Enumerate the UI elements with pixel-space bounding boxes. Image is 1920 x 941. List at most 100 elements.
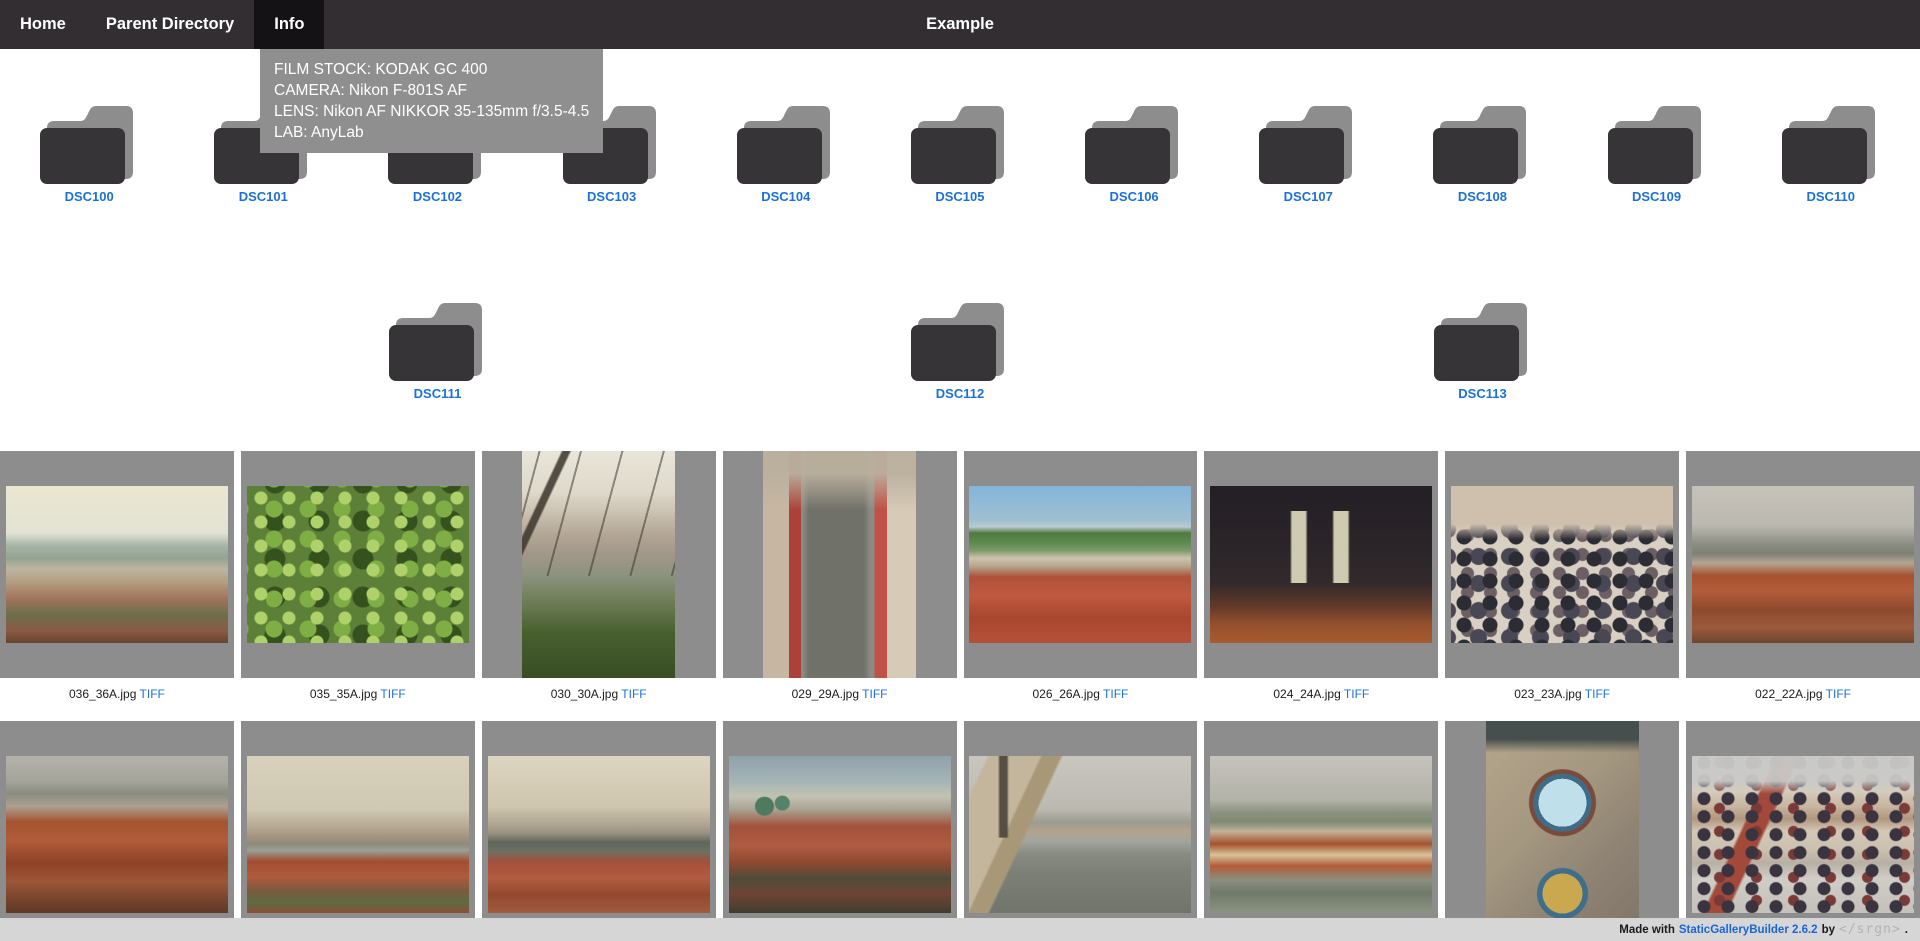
folder-icon xyxy=(1259,101,1357,185)
tooltip-line-lab: LAB: AnyLab xyxy=(274,122,589,143)
footer-by-text: by xyxy=(1822,924,1835,936)
folder-icon xyxy=(40,101,138,185)
photo-thumbnail[interactable] xyxy=(482,721,716,941)
photo-thumbnail[interactable] xyxy=(1204,721,1438,941)
photo-filename: 029_29A.jpg xyxy=(792,687,859,701)
tooltip-line-lens: LENS: Nikon AF NIKKOR 35-135mm f/3.5-4.5 xyxy=(274,101,589,122)
tiff-link[interactable]: TIFF xyxy=(1585,687,1610,701)
tiff-link[interactable]: TIFF xyxy=(862,687,887,701)
folder-label: DSC101 xyxy=(239,189,288,204)
folder-label: DSC105 xyxy=(935,189,984,204)
photo-thumbnail[interactable] xyxy=(241,451,475,678)
photo-caption: 026_26A.jpg TIFF xyxy=(964,678,1198,721)
folder-label: DSC110 xyxy=(1807,189,1855,204)
photo-image xyxy=(1210,756,1432,913)
photo-caption: 024_24A.jpg TIFF xyxy=(1204,678,1438,721)
folder-item[interactable]: DSC109 xyxy=(1572,101,1742,204)
photo-caption: 036_36A.jpg TIFF xyxy=(0,678,234,721)
photo-cell: 022_22A.jpg TIFF xyxy=(1686,451,1920,721)
folder-item[interactable]: DSC107 xyxy=(1223,101,1393,204)
folder-icon xyxy=(389,298,487,382)
photo-thumbnail[interactable] xyxy=(482,451,716,678)
footer-made-with-text: Made with xyxy=(1619,924,1675,936)
photo-thumbnail[interactable] xyxy=(1204,451,1438,678)
tiff-link[interactable]: TIFF xyxy=(140,687,165,701)
photo-cell xyxy=(0,721,234,941)
photo-caption: 030_30A.jpg TIFF xyxy=(482,678,716,721)
folder-item[interactable]: DSC106 xyxy=(1049,101,1219,204)
photo-thumbnail[interactable] xyxy=(964,721,1198,941)
srgn-logo[interactable]: </srgn> xyxy=(1839,922,1901,937)
photo-caption: 023_23A.jpg TIFF xyxy=(1445,678,1679,721)
tiff-link[interactable]: TIFF xyxy=(380,687,405,701)
photo-thumbnail[interactable] xyxy=(1686,721,1920,941)
photo-image xyxy=(488,756,710,913)
builder-version-link[interactable]: StaticGalleryBuilder 2.6.2 xyxy=(1679,924,1818,936)
photo-thumbnail[interactable] xyxy=(241,721,475,941)
photo-filename: 030_30A.jpg xyxy=(551,687,618,701)
folder-label: DSC100 xyxy=(65,189,114,204)
photo-thumbnail[interactable] xyxy=(1445,721,1679,941)
folder-label: DSC102 xyxy=(413,189,462,204)
folder-item[interactable]: DSC112 xyxy=(875,298,1045,401)
photo-image xyxy=(6,486,228,643)
nav-item-info[interactable]: Info xyxy=(254,0,324,49)
footer-bar: Made with StaticGalleryBuilder 2.6.2 by … xyxy=(0,918,1920,941)
photo-thumbnail[interactable] xyxy=(0,451,234,678)
folder-icon xyxy=(1433,101,1531,185)
folder-icon xyxy=(911,298,1009,382)
photo-image xyxy=(1486,721,1639,941)
photo-thumbnail[interactable] xyxy=(964,451,1198,678)
top-nav: Home Parent Directory Info Example xyxy=(0,0,1920,49)
photo-image xyxy=(1210,486,1432,643)
thumbnail-grid: 036_36A.jpg TIFF 035_35A.jpg TIFF 030_30… xyxy=(0,451,1920,941)
photo-image xyxy=(522,451,675,678)
photo-cell: 024_24A.jpg TIFF xyxy=(1204,451,1438,721)
photo-caption: 035_35A.jpg TIFF xyxy=(241,678,475,721)
photo-cell xyxy=(1204,721,1438,941)
tiff-link[interactable]: TIFF xyxy=(1103,687,1128,701)
folder-icon xyxy=(737,101,835,185)
photo-thumbnail[interactable] xyxy=(1686,451,1920,678)
folder-item[interactable]: DSC104 xyxy=(701,101,871,204)
folder-item[interactable]: DSC100 xyxy=(4,101,174,204)
photo-thumbnail[interactable] xyxy=(0,721,234,941)
folder-label: DSC113 xyxy=(1458,386,1506,401)
folder-item[interactable]: DSC111 xyxy=(353,298,523,401)
photo-filename: 024_24A.jpg xyxy=(1273,687,1340,701)
photo-image xyxy=(1692,756,1914,913)
folder-icon xyxy=(1085,101,1183,185)
photo-thumbnail[interactable] xyxy=(1445,451,1679,678)
tooltip-line-camera: CAMERA: Nikon F-801S AF xyxy=(274,80,589,101)
photo-cell xyxy=(241,721,475,941)
photo-image xyxy=(247,486,469,643)
tiff-link[interactable]: TIFF xyxy=(621,687,646,701)
photo-image xyxy=(1692,486,1914,643)
photo-image xyxy=(763,451,916,678)
folder-label: DSC106 xyxy=(1110,189,1159,204)
tiff-link[interactable]: TIFF xyxy=(1344,687,1369,701)
photo-cell: 036_36A.jpg TIFF xyxy=(0,451,234,721)
photo-image xyxy=(969,486,1191,643)
folder-icon xyxy=(911,101,1009,185)
photo-thumbnail[interactable] xyxy=(723,451,957,678)
photo-thumbnail[interactable] xyxy=(723,721,957,941)
photo-image xyxy=(729,756,951,913)
nav-item-parent-directory[interactable]: Parent Directory xyxy=(86,0,254,49)
nav-item-home[interactable]: Home xyxy=(0,0,86,49)
folder-item[interactable]: DSC108 xyxy=(1397,101,1567,204)
photo-cell: 023_23A.jpg TIFF xyxy=(1445,451,1679,721)
photo-caption: 029_29A.jpg TIFF xyxy=(723,678,957,721)
folder-item[interactable]: DSC110 xyxy=(1746,101,1916,204)
tooltip-line-film-stock: FILM STOCK: KODAK GC 400 xyxy=(274,59,589,80)
folder-label: DSC104 xyxy=(761,189,810,204)
folder-label: DSC108 xyxy=(1458,189,1507,204)
photo-filename: 035_35A.jpg xyxy=(310,687,377,701)
folder-item[interactable]: DSC113 xyxy=(1398,298,1568,401)
folder-label: DSC103 xyxy=(587,189,636,204)
photo-cell: 030_30A.jpg TIFF xyxy=(482,451,716,721)
photo-cell xyxy=(723,721,957,941)
photo-cell xyxy=(1445,721,1679,941)
folder-item[interactable]: DSC105 xyxy=(875,101,1045,204)
tiff-link[interactable]: TIFF xyxy=(1826,687,1851,701)
